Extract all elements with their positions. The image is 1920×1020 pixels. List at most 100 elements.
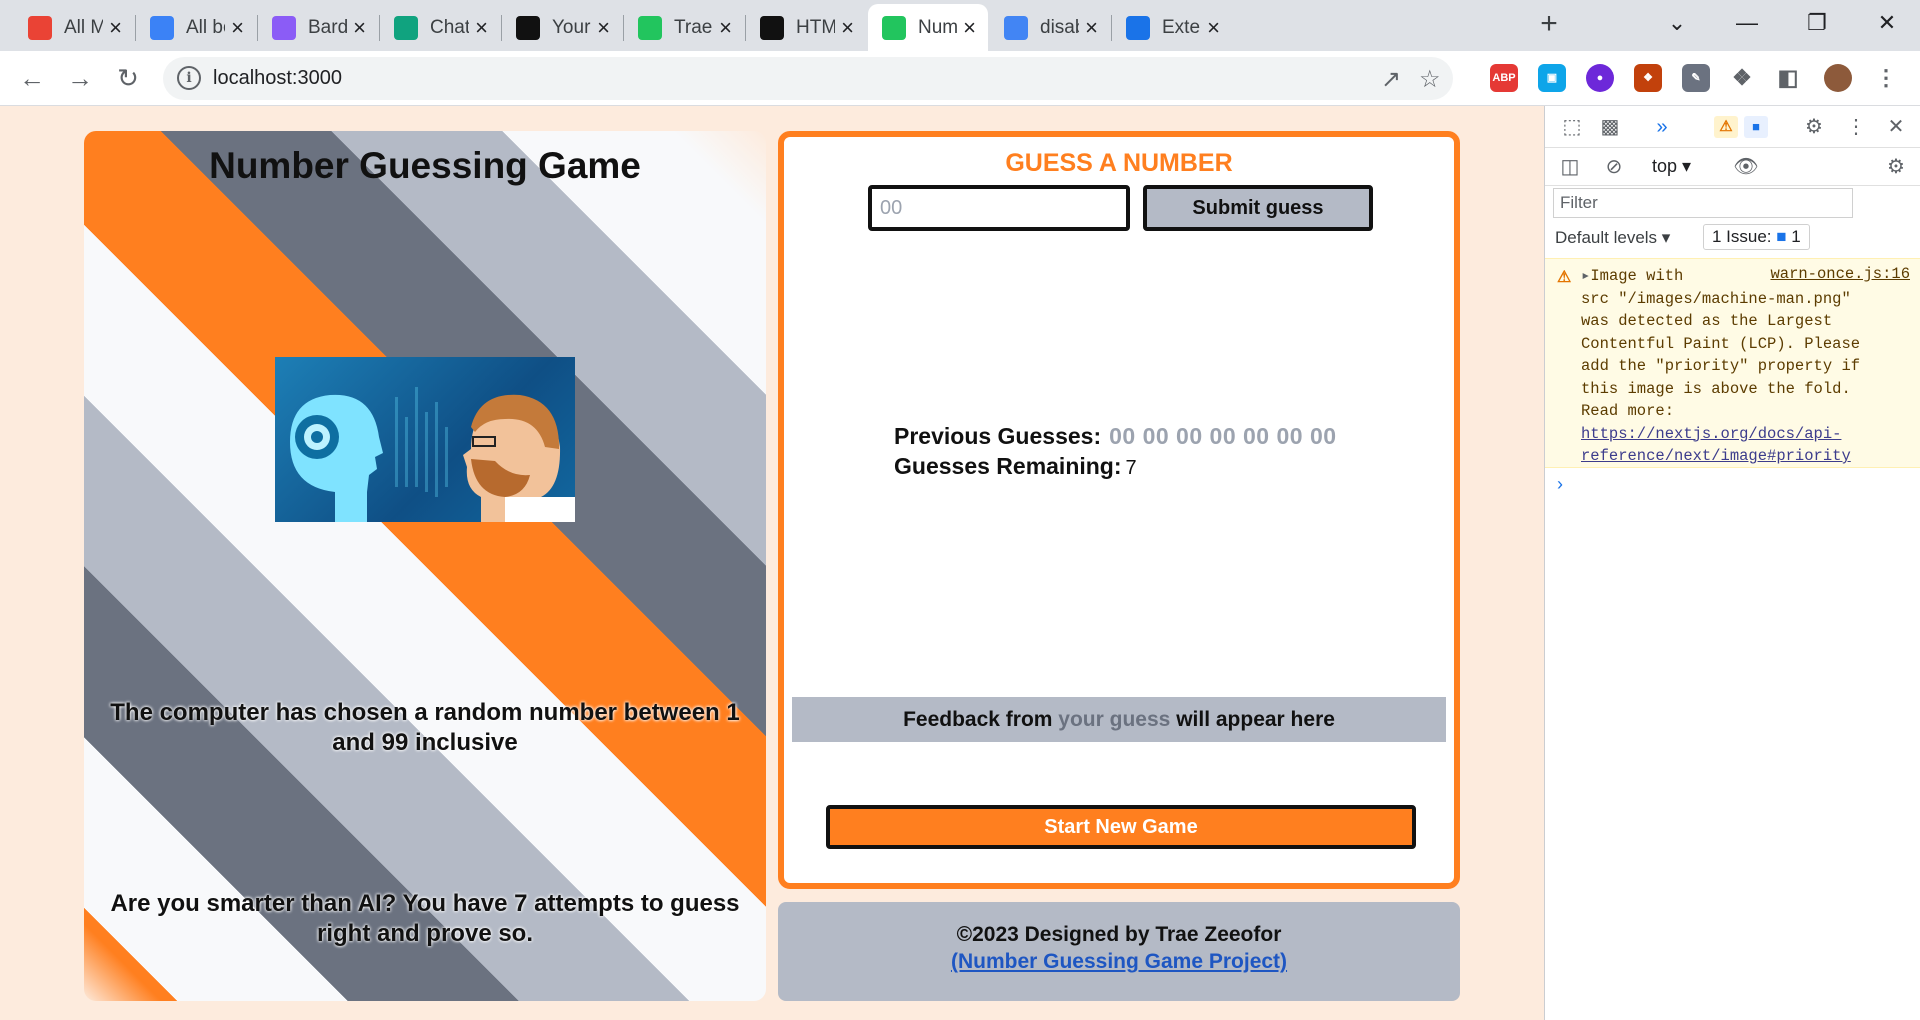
expand-triangle-icon[interactable]: ▸ — [1581, 267, 1590, 285]
browser-tab[interactable]: Bard × — [258, 4, 378, 51]
browser-tab[interactable]: Numbe× — [868, 4, 988, 51]
restore-button[interactable]: ❐ — [1790, 6, 1844, 40]
adblock-extension-icon[interactable]: ABP — [1490, 64, 1518, 92]
start-new-game-button[interactable]: Start New Game — [826, 805, 1416, 849]
console-prompt-icon[interactable]: › — [1557, 474, 1563, 495]
browser-tab[interactable]: Trae's × — [624, 4, 744, 51]
project-link[interactable]: (Number Guessing Game Project) — [778, 950, 1460, 974]
warning-body: Image with src "/images/machine-man.png"… — [1581, 267, 1861, 420]
devtools-menu-icon[interactable]: ⋮ — [1843, 114, 1869, 140]
guess-heading: GUESS A NUMBER — [1005, 149, 1233, 177]
screenshot-extension-icon[interactable]: ▣ — [1538, 64, 1566, 92]
message-count-icon[interactable]: ■ — [1744, 116, 1768, 138]
browser-tab[interactable]: ChatGI× — [380, 4, 500, 51]
browser-tab-label: Numbe — [918, 16, 958, 38]
console-settings-icon[interactable]: ⚙ — [1883, 154, 1909, 180]
close-tab-icon[interactable]: × — [231, 16, 244, 39]
devtools-settings-icon[interactable]: ⚙ — [1801, 114, 1827, 140]
live-expression-eye-icon[interactable]: 👁 — [1733, 154, 1759, 180]
browser-tab-label: Extensi — [1162, 16, 1201, 38]
more-tabs-icon[interactable]: » — [1649, 114, 1675, 140]
page-viewport: Number Guessing Game The computer has ch… — [0, 106, 1544, 1020]
address-bar[interactable]: i localhost:3000 ↗ ☆ — [163, 57, 1453, 100]
submit-guess-button[interactable]: Submit guess — [1143, 185, 1373, 231]
guess-input[interactable] — [868, 185, 1130, 231]
issue-message-icon: ■ — [1776, 227, 1787, 246]
guesses-remaining-label: Guesses Remaining: — [894, 453, 1122, 479]
minimize-button[interactable]: — — [1720, 6, 1774, 40]
tab-strip: All Mai×All boo×Bard×ChatGI×Your lis×Tra… — [0, 0, 1920, 51]
browser-tab[interactable]: All boo × — [136, 4, 256, 51]
share-icon[interactable]: ↗ — [1381, 65, 1401, 94]
browser-tab[interactable]: disable × — [990, 4, 1110, 51]
warning-text: ▸Image with src "/images/machine-man.png… — [1581, 265, 1913, 468]
back-button[interactable]: ← — [14, 60, 50, 96]
extensions-puzzle-icon[interactable]: ❖ — [1728, 64, 1756, 92]
feedback-text-start: Feedback from — [903, 708, 1053, 731]
log-levels-dropdown[interactable]: Default levels ▾ — [1555, 228, 1670, 248]
address-url[interactable]: localhost:3000 — [213, 67, 342, 90]
devtools-toolbar: ⬚ ▩ » ⚠ ■ ⚙ ⋮ ✕ — [1545, 106, 1920, 148]
browser-tab-label: All boo — [186, 16, 225, 38]
issues-button[interactable]: 1 Issue: ■ 1 — [1703, 224, 1810, 250]
warning-count-icon[interactable]: ⚠ — [1714, 116, 1738, 138]
tool-extension-icon[interactable]: ✎ — [1682, 64, 1710, 92]
guesses-remaining-value: 7 — [1125, 457, 1137, 479]
clear-console-icon[interactable]: ⊘ — [1601, 154, 1627, 180]
gmail-icon — [28, 15, 52, 40]
pixel-icon — [638, 15, 662, 40]
close-tab-icon[interactable]: × — [841, 16, 854, 39]
browser-tab[interactable]: Extensi × — [1112, 4, 1232, 51]
device-toolbar-icon[interactable]: ▩ — [1597, 114, 1623, 140]
browser-tab-label: HTML — [796, 16, 836, 38]
close-tab-icon[interactable]: × — [963, 16, 976, 39]
tab-search-chevron-icon[interactable]: ⌄ — [1650, 6, 1704, 40]
browser-tab-label: disable — [1040, 16, 1079, 38]
warning-docs-link[interactable]: https://nextjs.org/docs/api-reference/ne… — [1581, 425, 1851, 466]
feedback-text-end: will appear here — [1176, 708, 1335, 731]
browser-tab[interactable]: Your lis × — [502, 4, 622, 51]
issues-label: 1 Issue: — [1712, 227, 1772, 246]
bard-icon — [272, 15, 296, 40]
close-tab-icon[interactable]: × — [109, 16, 122, 39]
close-tab-icon[interactable]: × — [353, 16, 366, 39]
context-selector[interactable]: top ▾ — [1652, 156, 1691, 177]
log-levels-label[interactable]: Default levels — [1555, 228, 1657, 247]
browser-toolbar: ← → ↻ i localhost:3000 ↗ ☆ ABP ▣ ● ❖ ✎ ❖… — [0, 51, 1920, 106]
side-panel-icon[interactable]: ◧ — [1774, 64, 1802, 92]
machine-man-image — [275, 357, 575, 522]
google-icon — [1004, 15, 1028, 40]
new-tab-button[interactable]: + — [1532, 8, 1566, 42]
close-tab-icon[interactable]: × — [1085, 16, 1098, 39]
site-info-icon[interactable]: i — [177, 66, 201, 90]
context-selector-value[interactable]: top — [1652, 156, 1677, 176]
previous-guesses-label: Previous Guesses: — [894, 423, 1102, 449]
bookmark-star-icon[interactable]: ☆ — [1419, 65, 1441, 94]
profile-avatar[interactable] — [1824, 64, 1852, 92]
browser-menu-icon[interactable]: ⋮ — [1872, 64, 1900, 92]
close-tab-icon[interactable]: × — [597, 16, 610, 39]
previous-guesses: Previous Guesses: 00 00 00 00 00 00 00 — [894, 423, 1337, 450]
browser-tab-label: Bard — [308, 16, 348, 38]
notion-icon — [760, 15, 784, 40]
game-description: The computer has chosen a random number … — [110, 699, 740, 756]
feedback-bar: Feedback from your guess will appear her… — [792, 697, 1446, 742]
color-extension-icon[interactable]: ● — [1586, 64, 1614, 92]
sidebar-toggle-icon[interactable]: ◫ — [1557, 154, 1583, 180]
intro-panel: Number Guessing Game The computer has ch… — [84, 131, 766, 1001]
console-filter-input[interactable]: Filter — [1553, 188, 1853, 218]
bug-extension-icon[interactable]: ❖ — [1634, 64, 1662, 92]
forward-button[interactable]: → — [62, 60, 98, 96]
reload-button[interactable]: ↻ — [110, 60, 146, 96]
close-tab-icon[interactable]: × — [719, 16, 732, 39]
close-tab-icon[interactable]: × — [1207, 16, 1220, 39]
cloud-icon — [150, 15, 174, 40]
close-tab-icon[interactable]: × — [475, 16, 488, 39]
inspect-element-icon[interactable]: ⬚ — [1559, 114, 1585, 140]
close-window-button[interactable]: ✕ — [1860, 6, 1914, 40]
browser-tab[interactable]: All Mai× — [14, 4, 134, 51]
machine-man-illustration — [290, 387, 575, 522]
browser-tab[interactable]: HTML× — [746, 4, 866, 51]
devtools-close-icon[interactable]: ✕ — [1883, 114, 1909, 140]
page-footer: ©2023 Designed by Trae Zeeofor (Number G… — [778, 902, 1460, 1001]
